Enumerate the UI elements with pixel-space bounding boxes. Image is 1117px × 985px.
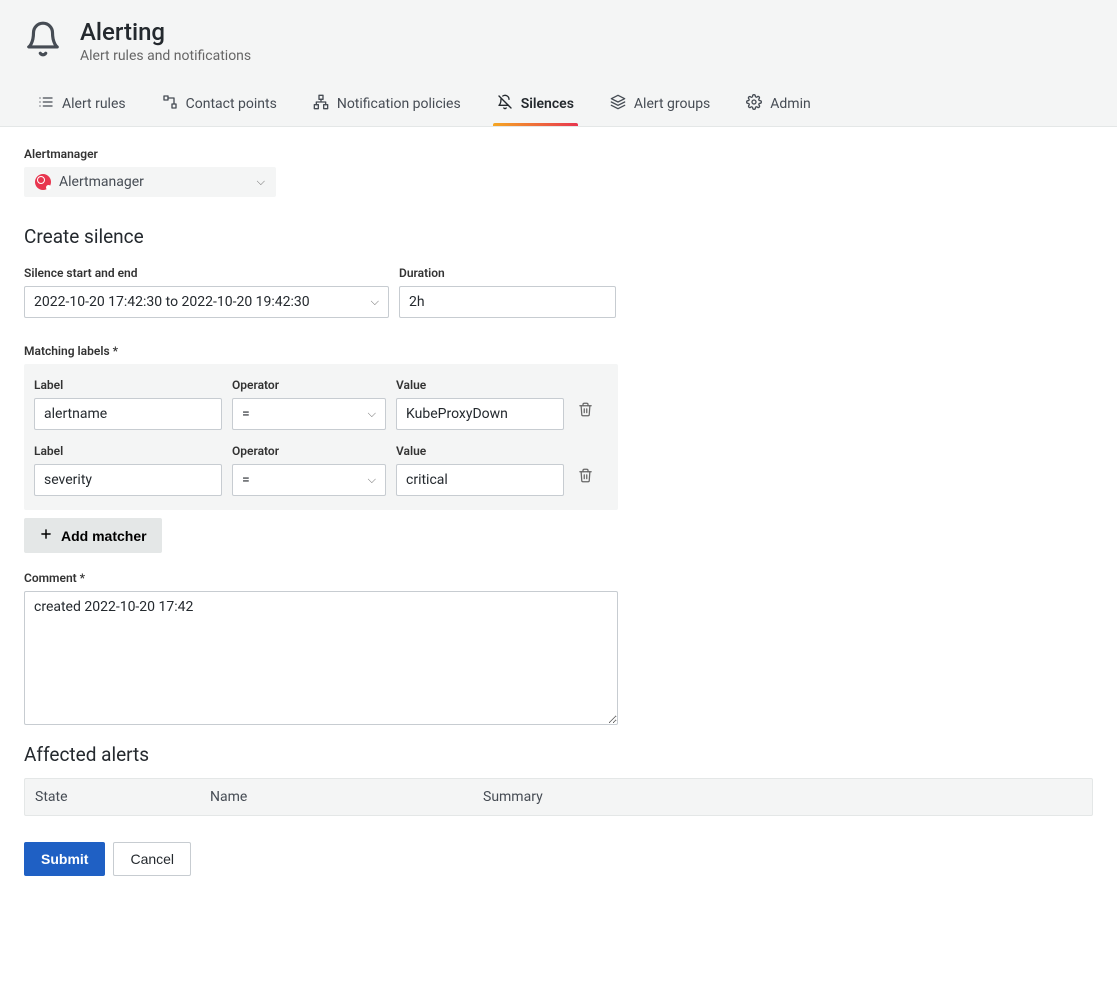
comment-label: Comment * — [24, 571, 1093, 585]
route-icon — [162, 94, 178, 114]
add-matcher-label: Add matcher — [61, 528, 147, 544]
matcher-label-input[interactable] — [34, 464, 222, 496]
matcher-row: Label Operator ⌵ Value — [34, 378, 608, 430]
gear-icon — [746, 94, 762, 114]
add-matcher-button[interactable]: Add matcher — [24, 518, 162, 553]
trash-icon — [578, 471, 593, 486]
col-name: Name — [210, 789, 483, 805]
tab-contact-points[interactable]: Contact points — [158, 86, 281, 126]
submit-button[interactable]: Submit — [24, 842, 105, 876]
matcher-label-header: Label — [34, 378, 222, 392]
start-end-label: Silence start and end — [24, 266, 389, 280]
alertmanager-label: Alertmanager — [24, 147, 1093, 161]
tab-notification-policies[interactable]: Notification policies — [309, 86, 465, 126]
duration-input[interactable] — [399, 286, 616, 318]
tab-label: Silences — [521, 96, 574, 112]
tab-silences[interactable]: Silences — [493, 86, 578, 126]
layers-icon — [610, 94, 626, 114]
matcher-value-header: Value — [396, 378, 564, 392]
tab-label: Notification policies — [337, 96, 461, 112]
matcher-value-header: Value — [396, 444, 564, 458]
bell-off-icon — [497, 94, 513, 114]
start-end-input[interactable] — [24, 286, 389, 318]
affected-alerts-title: Affected alerts — [24, 743, 1093, 766]
alertmanager-select[interactable]: Alertmanager ⌵ — [24, 167, 276, 197]
matcher-value-input[interactable] — [396, 398, 564, 430]
matcher-operator-header: Operator — [232, 378, 386, 392]
comment-textarea[interactable] — [24, 591, 618, 725]
tab-admin[interactable]: Admin — [742, 86, 814, 126]
list-icon — [38, 94, 54, 114]
affected-alerts-table-header: State Name Summary — [24, 778, 1093, 816]
page-header: Alerting Alert rules and notifications A… — [0, 0, 1117, 127]
tab-alert-rules[interactable]: Alert rules — [34, 86, 130, 126]
create-silence-title: Create silence — [24, 225, 1093, 248]
alertmanager-value: Alertmanager — [59, 174, 144, 190]
matcher-operator-header: Operator — [232, 444, 386, 458]
tab-label: Contact points — [186, 96, 277, 112]
matcher-operator-select[interactable] — [232, 464, 386, 496]
col-state: State — [35, 789, 210, 805]
sitemap-icon — [313, 94, 329, 114]
cancel-button[interactable]: Cancel — [113, 842, 191, 876]
bell-icon — [24, 20, 62, 62]
duration-label: Duration — [399, 266, 616, 280]
delete-matcher-button[interactable] — [574, 462, 593, 492]
matcher-label-header: Label — [34, 444, 222, 458]
page-subtitle: Alert rules and notifications — [80, 48, 251, 64]
chevron-down-icon: ⌵ — [257, 175, 265, 189]
matchers-box: Label Operator ⌵ Value — [24, 364, 618, 510]
tab-alert-groups[interactable]: Alert groups — [606, 86, 714, 126]
page-title: Alerting — [80, 18, 251, 46]
trash-icon — [578, 405, 593, 420]
matcher-value-input[interactable] — [396, 464, 564, 496]
matcher-operator-select[interactable] — [232, 398, 386, 430]
tab-label: Alert groups — [634, 96, 710, 112]
alertmanager-icon — [35, 174, 51, 190]
matching-labels-label: Matching labels * — [24, 344, 1093, 358]
tab-label: Alert rules — [62, 96, 126, 112]
matcher-label-input[interactable] — [34, 398, 222, 430]
tabs: Alert rules Contact points Notification … — [24, 86, 1093, 126]
tab-label: Admin — [770, 96, 810, 112]
plus-icon — [39, 527, 53, 544]
delete-matcher-button[interactable] — [574, 396, 593, 426]
col-summary: Summary — [483, 789, 1082, 805]
matcher-row: Label Operator ⌵ Value — [34, 444, 608, 496]
